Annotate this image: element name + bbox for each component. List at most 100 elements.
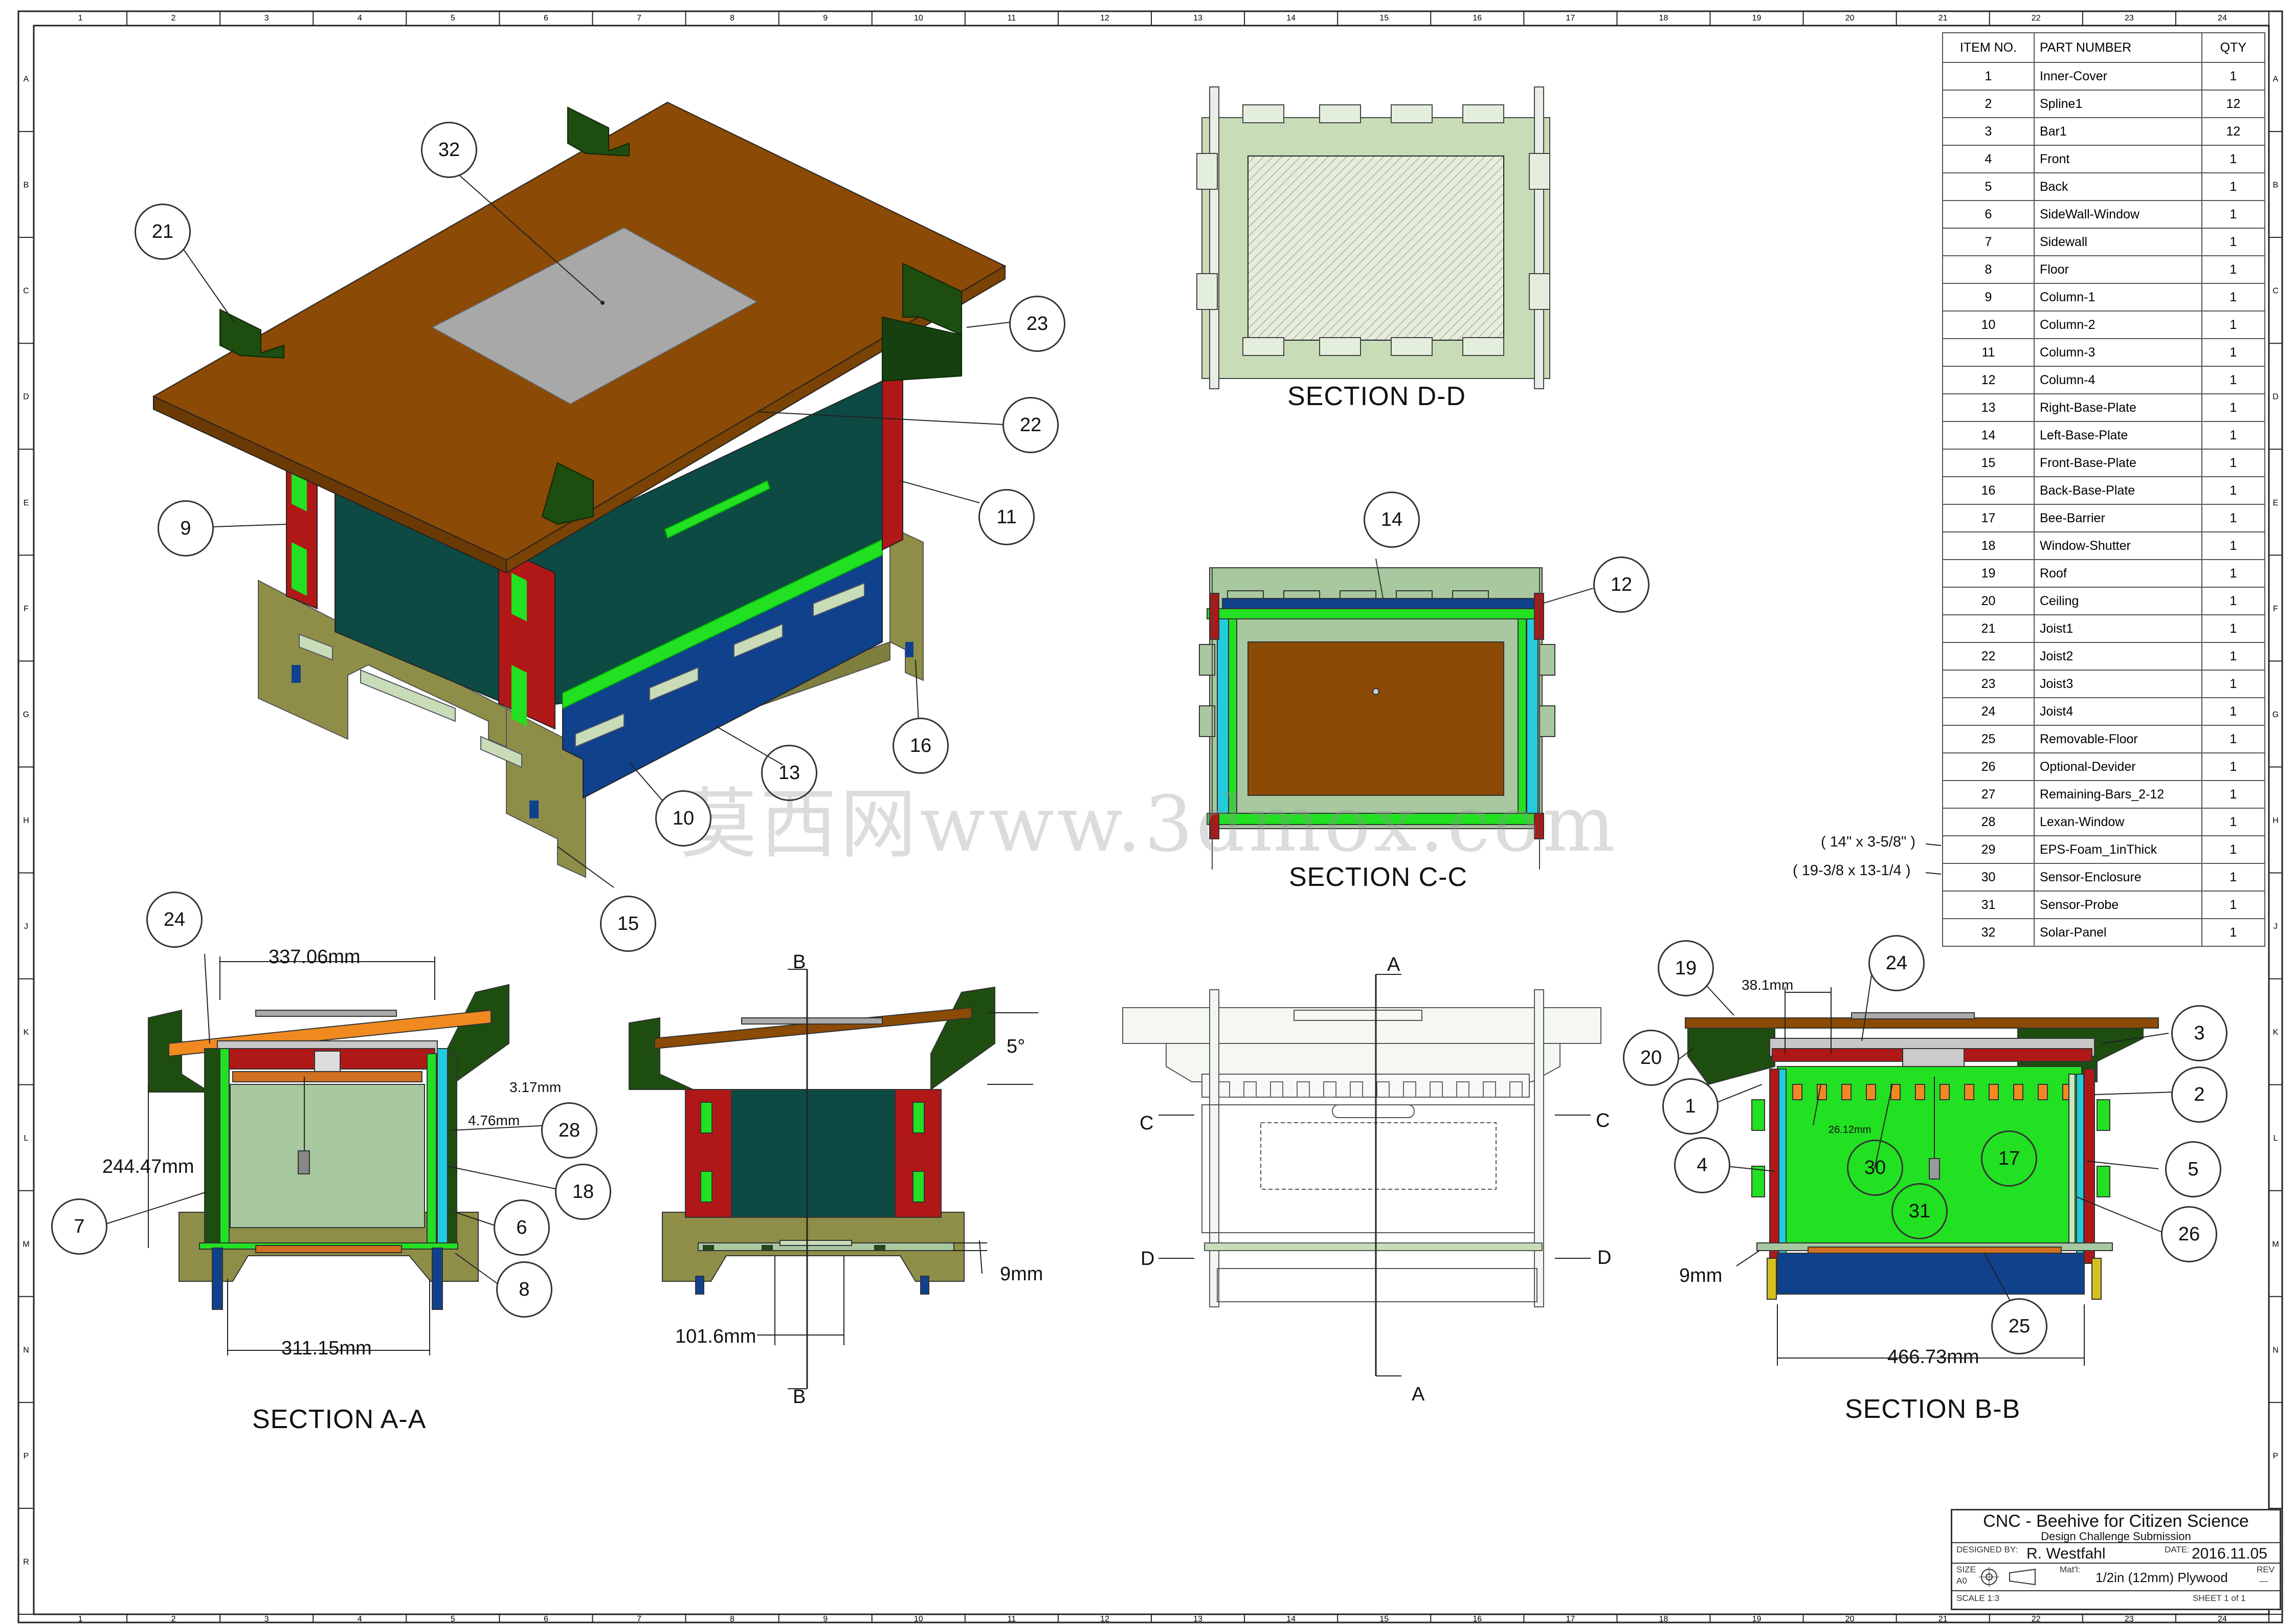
- bom-part-number: Front: [2033, 145, 2202, 173]
- bom-row: 16 Back-Base-Plate 1: [1942, 476, 2266, 505]
- bom-part-number: Remaining-Bars_2-12: [2033, 780, 2202, 809]
- bom-qty: 1: [2201, 476, 2266, 505]
- cut-label-c-right: C: [1596, 1110, 1610, 1131]
- bom-part-number: Floor: [2033, 255, 2202, 284]
- drawing-title: CNC - Beehive for Citizen Science: [1983, 1511, 2249, 1531]
- zone-label-row: C: [23, 287, 29, 296]
- zone-label-col: 10: [914, 1615, 923, 1623]
- bom-qty: 1: [2201, 200, 2266, 229]
- bom-part-number: Joist4: [2033, 697, 2202, 726]
- bom-row: 10 Column-2 1: [1942, 310, 2266, 339]
- zone-label-col: 23: [2125, 14, 2134, 23]
- bom-item-no: 15: [1942, 449, 2035, 477]
- cut-label-d-left: D: [1141, 1248, 1155, 1270]
- bom-item-no: 28: [1942, 808, 2035, 836]
- balloon: 19: [1658, 940, 1714, 996]
- zone-label-col: 4: [358, 14, 362, 23]
- bom-item-no: 31: [1942, 891, 2035, 919]
- bom-part-number: Spline1: [2033, 90, 2202, 118]
- bom-row: 13 Right-Base-Plate 1: [1942, 393, 2266, 422]
- rev-label: REV: [2257, 1565, 2275, 1574]
- zone-label-row: N: [23, 1346, 29, 1354]
- bom-qty: 1: [2201, 255, 2266, 284]
- drawing-date: 2016.11.05: [2192, 1545, 2267, 1562]
- bom-item-no: 25: [1942, 725, 2035, 753]
- zone-label-col: 6: [544, 14, 548, 23]
- bom-part-number: Column-4: [2033, 366, 2202, 394]
- zone-label-col: 19: [1752, 14, 1762, 23]
- drawing-sheet: 1 1 2 2 3 3 4 4 5 5 6 6 7 7 8 8 9 9 10 10 11 11 12 12 13 13 14 14 15…: [0, 0, 2296, 1624]
- bom-item-no: 12: [1942, 366, 2035, 394]
- balloon: 11: [978, 489, 1035, 545]
- bom-item-no: 16: [1942, 476, 2035, 505]
- balloon: 30: [1847, 1140, 1903, 1196]
- bom-item-no: 6: [1942, 200, 2035, 229]
- zone-label-row: L: [24, 1134, 29, 1143]
- bom-qty: 12: [2201, 117, 2266, 146]
- zone-label-col: 2: [171, 14, 176, 23]
- zone-label-col: 22: [2032, 14, 2041, 23]
- bom-qty: 1: [2201, 587, 2266, 615]
- bom-part-number: Bee-Barrier: [2033, 504, 2202, 532]
- zone-label-col: 23: [2125, 1615, 2134, 1623]
- bom-row: 29 EPS-Foam_1inThick 1: [1942, 835, 2266, 864]
- bom-item-no: 11: [1942, 338, 2035, 367]
- zone-label-col: 12: [1100, 14, 1109, 23]
- zone-label-col: 16: [1473, 14, 1482, 23]
- zone-label-col: 24: [2218, 14, 2227, 23]
- bom-item-no: 5: [1942, 172, 2035, 201]
- zone-label-col: 7: [637, 14, 641, 23]
- bom-row: 32 Solar-Panel 1: [1942, 918, 2266, 947]
- bom-row: 4 Front 1: [1942, 145, 2266, 173]
- zone-label-row: D: [2272, 393, 2279, 402]
- zone-label-row: G: [23, 710, 29, 719]
- bill-of-materials-table: ITEM NO. PART NUMBER QTY 1 Inner-Cover 1 2 S…: [1942, 32, 2266, 947]
- bom-part-number: Left-Base-Plate: [2033, 421, 2202, 450]
- section-aa-view: [102, 953, 558, 1355]
- balloon: 14: [1364, 492, 1420, 548]
- balloon: 15: [600, 896, 656, 952]
- bom-item-no: 4: [1942, 145, 2035, 173]
- bom-qty: 1: [2201, 891, 2266, 919]
- bom-row: 30 Sensor-Enclosure 1: [1942, 863, 2266, 892]
- zone-label-row: R: [23, 1558, 29, 1566]
- zone-label-col: 22: [2032, 1615, 2041, 1623]
- bom-item-no: 26: [1942, 752, 2035, 781]
- bom-row: 26 Optional-Devider 1: [1942, 752, 2266, 781]
- bom-header-qty: QTY: [2201, 32, 2266, 63]
- balloon: 23: [1009, 296, 1065, 352]
- zone-label-col: 2: [171, 1615, 176, 1623]
- bom-row: 20 Ceiling 1: [1942, 587, 2266, 615]
- bom-qty: 1: [2201, 697, 2266, 726]
- bom-row: 27 Remaining-Bars_2-12 1: [1942, 780, 2266, 809]
- bom-part-number: Back-Base-Plate: [2033, 476, 2202, 505]
- bom-part-number: Roof: [2033, 559, 2202, 588]
- balloon: 2: [2171, 1066, 2227, 1123]
- bom-qty: 1: [2201, 863, 2266, 892]
- bom-part-number: Optional-Devider: [2033, 752, 2202, 781]
- balloon: 7: [51, 1198, 107, 1255]
- date-label: DATE:: [2165, 1545, 2190, 1554]
- balloon: 20: [1623, 1030, 1679, 1086]
- bom-item-no: 19: [1942, 559, 2035, 588]
- bom-row: 15 Front-Base-Plate 1: [1942, 449, 2266, 477]
- bom-part-number: Back: [2033, 172, 2202, 201]
- tb-designer-row: DESIGNED BY: R. Westfahl DATE: 2016.11.0…: [1952, 1543, 2280, 1564]
- bom-qty: 1: [2201, 228, 2266, 256]
- bom-item-no: 1: [1942, 62, 2035, 91]
- section-cc-title: SECTION C-C: [1289, 862, 1467, 892]
- bom-row: 17 Bee-Barrier 1: [1942, 504, 2266, 532]
- bom-item-no: 9: [1942, 283, 2035, 312]
- material-value: 1/2in (12mm) Plywood: [2096, 1570, 2228, 1585]
- bom-qty: 1: [2201, 504, 2266, 532]
- balloon: 5: [2165, 1141, 2221, 1197]
- zone-label-row: C: [2272, 287, 2279, 296]
- zone-label-col: 1: [78, 1615, 83, 1623]
- balloon: 17: [1981, 1130, 2037, 1187]
- balloon: 8: [496, 1261, 552, 1318]
- rev-value: —: [2259, 1576, 2268, 1586]
- zone-label-col: 9: [823, 1615, 828, 1623]
- bom-row: 12 Column-4 1: [1942, 366, 2266, 394]
- bom-part-number: Column-2: [2033, 310, 2202, 339]
- dim-side-width: 101.6mm: [675, 1326, 756, 1347]
